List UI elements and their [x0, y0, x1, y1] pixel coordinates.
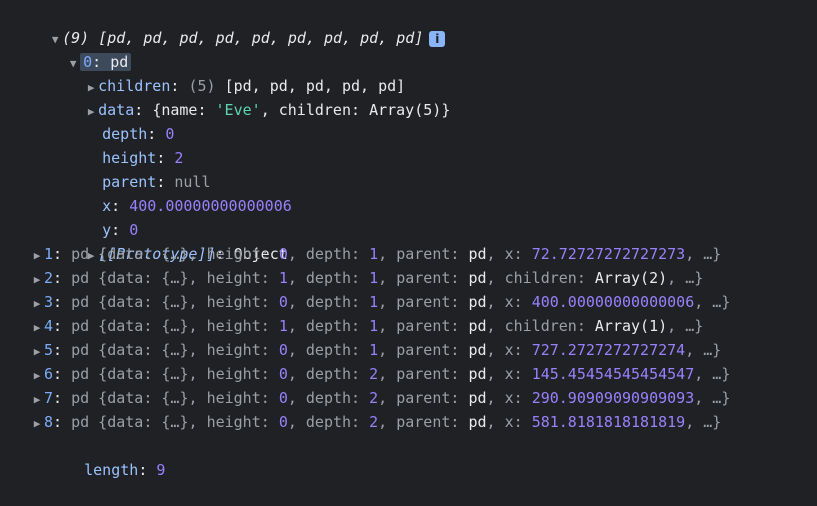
- item-row[interactable]: ▶ 3: pd {data: {…}, height: 0, depth: 1, …: [30, 290, 731, 316]
- item-row[interactable]: ▶ 5: pd {data: {…}, height: 0, depth: 1, …: [30, 338, 722, 364]
- expand-triangle-icon[interactable]: ▶: [30, 316, 44, 340]
- x-row: x: 400.00000000000006: [102, 197, 292, 215]
- expand-triangle-icon[interactable]: ▶: [30, 268, 44, 292]
- expand-triangle-icon[interactable]: ▶: [30, 340, 44, 364]
- expand-triangle-icon[interactable]: ▶: [30, 388, 44, 412]
- item-row[interactable]: ▶ 1: pd {data: {…}, height: 0, depth: 1, …: [30, 242, 722, 268]
- depth-row: depth: 0: [102, 125, 175, 143]
- data-row[interactable]: ▶ data: {name: 'Eve', children: Array(5)}: [48, 74, 451, 119]
- expand-triangle-icon[interactable]: ▶: [30, 292, 44, 316]
- parent-row: parent: null: [102, 173, 211, 191]
- expand-triangle-icon[interactable]: ▶: [30, 364, 44, 388]
- length-row: length: 9: [84, 461, 166, 479]
- item-row[interactable]: ▶ 8: pd {data: {…}, height: 0, depth: 2, …: [30, 410, 722, 436]
- array-preview: [pd, pd, pd, pd, pd, pd, pd, pd, pd]: [98, 29, 424, 47]
- expand-triangle-icon[interactable]: ▶: [30, 244, 44, 268]
- item-row[interactable]: ▶ 4: pd {data: {…}, height: 1, depth: 1, …: [30, 314, 704, 340]
- prototype-row[interactable]: ▶ [[Prototype]]: Object: [48, 218, 288, 263]
- item-row[interactable]: ▶ 6: pd {data: {…}, height: 0, depth: 2, …: [30, 362, 731, 388]
- array-summary-row[interactable]: ▼ (9) [pd, pd, pd, pd, pd, pd, pd, pd, pd…: [12, 2, 446, 47]
- devtools-console: ▼ (9) [pd, pd, pd, pd, pd, pd, pd, pd, pd…: [0, 0, 817, 479]
- item-row[interactable]: ▶ 2: pd {data: {…}, height: 1, depth: 1, …: [30, 266, 704, 292]
- expand-triangle-icon[interactable]: ▶: [30, 412, 44, 436]
- children-row[interactable]: ▶ children: (5) [pd, pd, pd, pd, pd]: [48, 50, 405, 95]
- height-row: height: 2: [102, 149, 184, 167]
- item-row[interactable]: ▶ 7: pd {data: {…}, height: 0, depth: 2, …: [30, 386, 731, 412]
- y-row: y: 0: [102, 221, 139, 239]
- item-0-row[interactable]: ▼ 0: pd: [30, 26, 132, 71]
- info-icon[interactable]: i: [429, 30, 446, 47]
